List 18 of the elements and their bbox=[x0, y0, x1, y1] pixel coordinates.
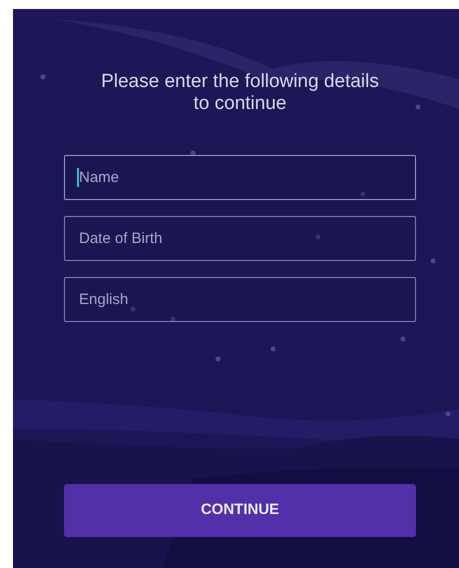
star-dot bbox=[216, 356, 220, 362]
input-field[interactable]: English bbox=[64, 277, 416, 322]
star-dot bbox=[170, 316, 176, 322]
star-dot bbox=[430, 258, 436, 264]
cursor-icon bbox=[77, 168, 79, 187]
star-dot bbox=[360, 192, 366, 196]
star-dot bbox=[416, 104, 420, 110]
input-field[interactable]: Date of Birth bbox=[64, 216, 416, 261]
star-dot bbox=[446, 412, 450, 416]
heading: Please enter the following details to continue bbox=[100, 71, 380, 115]
star-dot bbox=[400, 336, 406, 342]
star-dot bbox=[190, 150, 196, 156]
star-dot bbox=[316, 234, 320, 240]
star-dot bbox=[270, 346, 276, 352]
star-dot bbox=[130, 306, 136, 312]
continue-button[interactable]: CONTINUE bbox=[64, 484, 416, 537]
input-field[interactable]: Name bbox=[64, 155, 416, 200]
star-dot bbox=[40, 74, 46, 80]
